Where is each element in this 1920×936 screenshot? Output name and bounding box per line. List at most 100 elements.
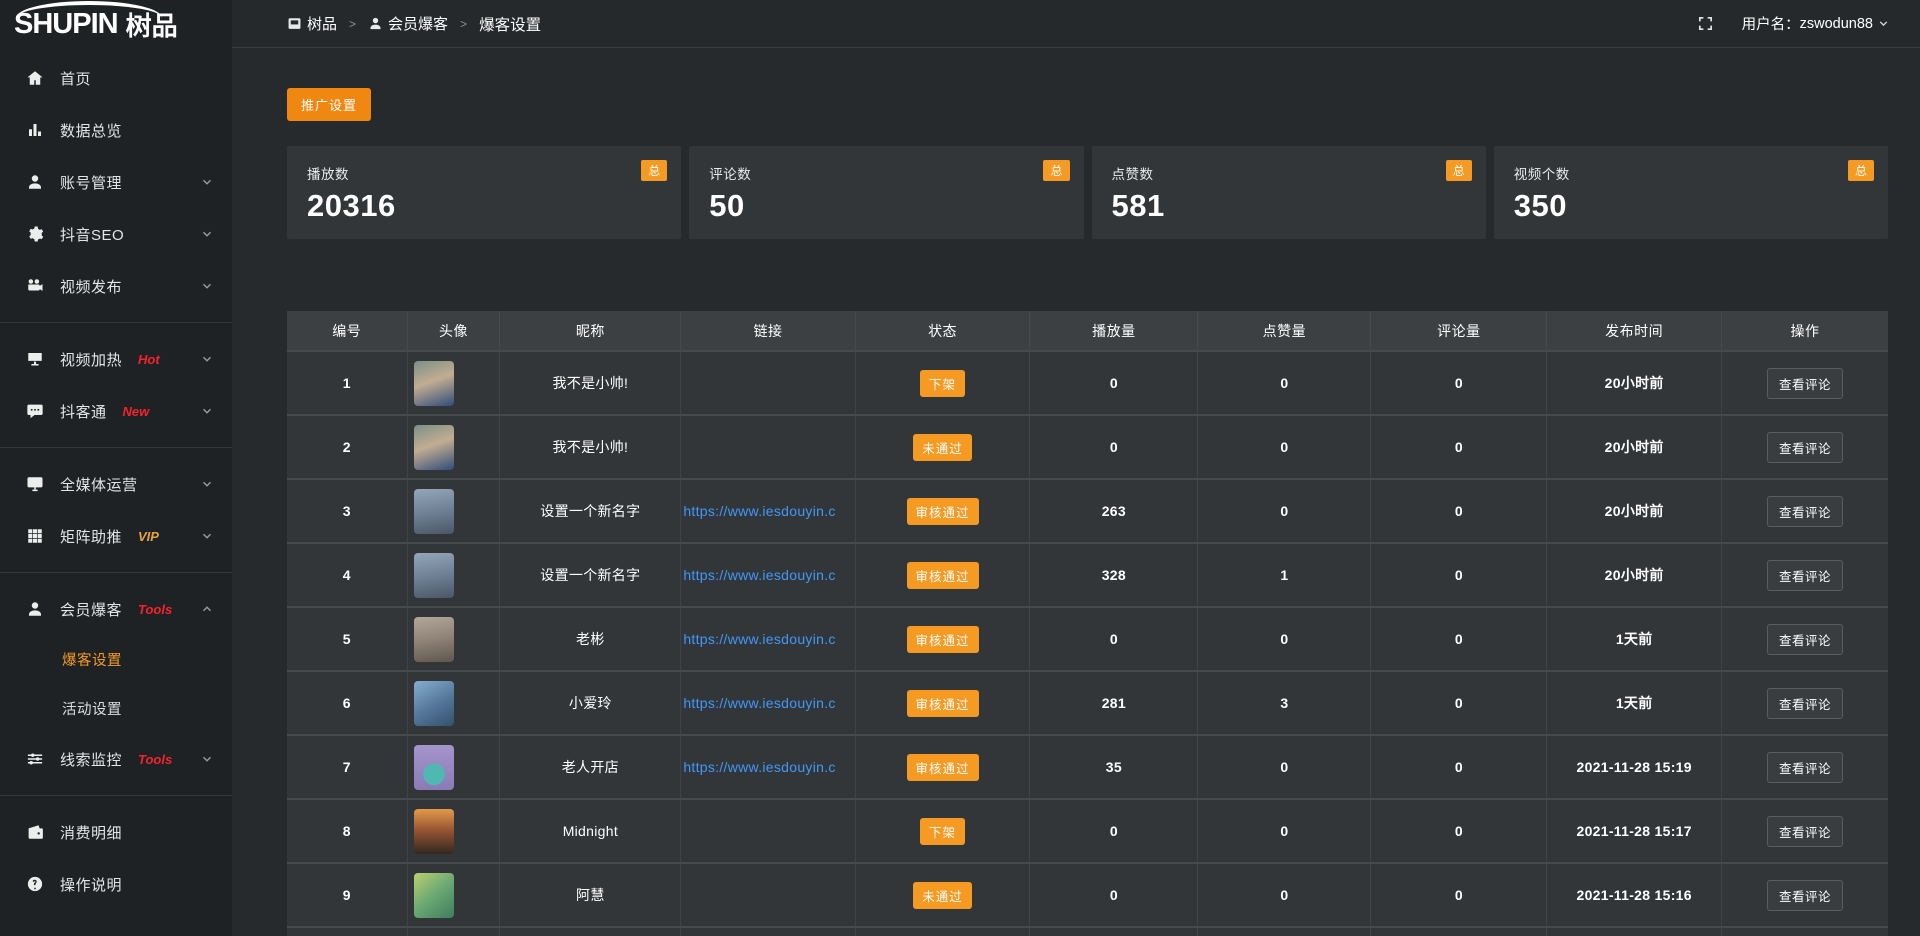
view-comments-button[interactable]: 查看评论 — [1767, 624, 1843, 655]
wallet-icon — [26, 823, 44, 841]
sidebar-item-member-baoke[interactable]: 会员爆客Tools — [0, 583, 232, 635]
table-row: 7老人开店https://www.iesdouyin.c审核通过35002021… — [287, 735, 1888, 799]
sidebar-item-account-management[interactable]: 账号管理 — [0, 156, 232, 208]
promo-settings-button[interactable]: 推广设置 — [287, 88, 371, 121]
breadcrumb-separator: > — [460, 17, 467, 31]
chevron-down-icon — [200, 477, 214, 491]
stat-value: 350 — [1514, 188, 1868, 224]
cell-status: 未通过 — [855, 863, 1030, 927]
cell-publish-time: 20小时前 — [1547, 415, 1722, 479]
cell-nickname: 老彬 — [500, 607, 681, 671]
cell-comments: 0 — [1371, 671, 1547, 735]
sidebar-item-douyin-seo[interactable]: 抖音SEO — [0, 208, 232, 260]
video-link[interactable]: https://www.iesdouyin.c — [683, 759, 835, 775]
column-header: 状态 — [855, 311, 1030, 351]
avatar — [414, 489, 454, 534]
table-row: 4设置一个新名字https://www.iesdouyin.c审核通过32810… — [287, 543, 1888, 607]
cell-comments: 0 — [1371, 543, 1547, 607]
cell-link — [681, 799, 856, 863]
sidebar-divider — [0, 447, 232, 448]
username-menu[interactable]: 用户名：zswodun88 — [1742, 13, 1890, 34]
stat-card-1: 评论数50总 — [689, 146, 1083, 239]
sidebar-item-matrix-boost[interactable]: 矩阵助推VIP — [0, 510, 232, 562]
view-comments-button[interactable]: 查看评论 — [1767, 432, 1843, 463]
sidebar-item-video-heat[interactable]: 视频加热Hot — [0, 333, 232, 385]
breadcrumb-item-member-baoke[interactable]: 会员爆客 — [368, 13, 448, 34]
stat-card-2: 点赞数 581 总 — [1092, 146, 1486, 239]
breadcrumb-item-baoke-settings[interactable]: 爆客设置 — [479, 13, 541, 35]
sidebar-item-media-operation[interactable]: 全媒体运营 — [0, 458, 232, 510]
sidebar-item-label: 抖音SEO — [60, 224, 124, 245]
cell-publish-time: 20小时前 — [1547, 543, 1722, 607]
video-link[interactable]: https://www.iesdouyin.c — [683, 503, 835, 519]
sidebar-item-consume-detail[interactable]: 消费明细 — [0, 806, 232, 858]
sidebar-subitem-baoke-settings[interactable]: 爆客设置 — [0, 635, 232, 684]
stats-row: 播放数20316总评论数50总点赞数581总视频个数350总 — [287, 146, 1888, 239]
sidebar-item-douketong[interactable]: 抖客通New — [0, 385, 232, 437]
chevron-down-icon — [200, 404, 214, 418]
avatar — [414, 361, 454, 406]
user-icon — [368, 16, 383, 31]
sidebar-item-label: 会员爆客 — [60, 599, 122, 620]
cell-likes: 0 — [1198, 863, 1371, 927]
sidebar-item-label: 数据总览 — [60, 120, 122, 141]
cell-status: 下架 — [855, 799, 1030, 863]
view-comments-button[interactable]: 查看评论 — [1767, 496, 1843, 527]
view-comments-button[interactable]: 查看评论 — [1767, 816, 1843, 847]
view-comments-button[interactable]: 查看评论 — [1767, 368, 1843, 399]
cell-nickname: 小爱玲 — [500, 671, 681, 735]
view-comments-button[interactable]: 查看评论 — [1767, 688, 1843, 719]
cell-likes: 0 — [1198, 479, 1371, 543]
caret-down-icon — [1877, 17, 1890, 30]
main-content: 推广设置 播放数20316总评论数50总点赞数581总视频个数350总 编号头像… — [232, 48, 1920, 936]
column-header: 播放量 — [1030, 311, 1198, 351]
total-badge: 总 — [1446, 160, 1472, 181]
avatar — [414, 873, 454, 918]
sidebar-divider — [0, 322, 232, 323]
breadcrumb-item-shupin[interactable]: 树品 — [287, 13, 337, 34]
view-comments-button[interactable]: 查看评论 — [1767, 880, 1843, 911]
avatar — [414, 617, 454, 662]
sidebar-item-operation-guide[interactable]: 操作说明 — [0, 858, 232, 910]
video-link[interactable]: https://www.iesdouyin.c — [683, 631, 835, 647]
stat-label: 点赞数 — [1112, 163, 1466, 183]
stat-value: 581 — [1112, 188, 1466, 224]
cell-link — [681, 863, 856, 927]
view-comments-button[interactable]: 查看评论 — [1767, 752, 1843, 783]
stat-card-0: 播放数20316总 — [287, 146, 681, 239]
chevron-down-icon — [200, 352, 214, 366]
cell-link: https://www.iesdouyin.c — [681, 607, 856, 671]
member-icon — [26, 600, 44, 618]
username-label: 用户名： — [1742, 13, 1800, 34]
video-link[interactable]: https://www.iesdouyin.c — [683, 567, 835, 583]
view-comments-button[interactable]: 查看评论 — [1767, 560, 1843, 591]
cell-link — [681, 415, 856, 479]
table-row: 3设置一个新名字https://www.iesdouyin.c审核通过26300… — [287, 479, 1888, 543]
cell-action: 查看评论 — [1721, 479, 1888, 543]
chevron-down-icon — [200, 175, 214, 189]
sidebar-item-clue-monitor[interactable]: 线索监控Tools — [0, 733, 232, 785]
grid-icon — [26, 527, 44, 545]
sidebar-item-video-publish[interactable]: 视频发布 — [0, 260, 232, 312]
fullscreen-icon[interactable] — [1697, 15, 1714, 32]
cell-nickname: Midnight — [500, 799, 681, 863]
cell-action: 查看评论 — [1721, 863, 1888, 927]
cell-number: 6 — [287, 671, 407, 735]
sidebar-subitem-activity-settings[interactable]: 活动设置 — [0, 684, 232, 733]
screen-fill-icon — [26, 350, 44, 368]
status-badge: 未通过 — [913, 434, 972, 461]
cell-number: 4 — [287, 543, 407, 607]
monitor-icon — [26, 475, 44, 493]
sidebar-item-badge: New — [123, 404, 150, 419]
sidebar-item-home[interactable]: 首页 — [0, 52, 232, 104]
gear-icon — [26, 225, 44, 243]
column-header: 链接 — [681, 311, 856, 351]
total-badge: 总 — [1043, 160, 1069, 181]
table-row: 5老彬https://www.iesdouyin.c审核通过0001天前查看评论 — [287, 607, 1888, 671]
cell-number: 7 — [287, 735, 407, 799]
cell-comments — [1371, 927, 1547, 936]
video-link[interactable]: https://www.iesdouyin.c — [683, 695, 835, 711]
sidebar-item-data-overview[interactable]: 数据总览 — [0, 104, 232, 156]
cell-publish-time: 2021-11-28 15:16 — [1547, 863, 1722, 927]
stat-label: 播放数 — [307, 163, 661, 183]
